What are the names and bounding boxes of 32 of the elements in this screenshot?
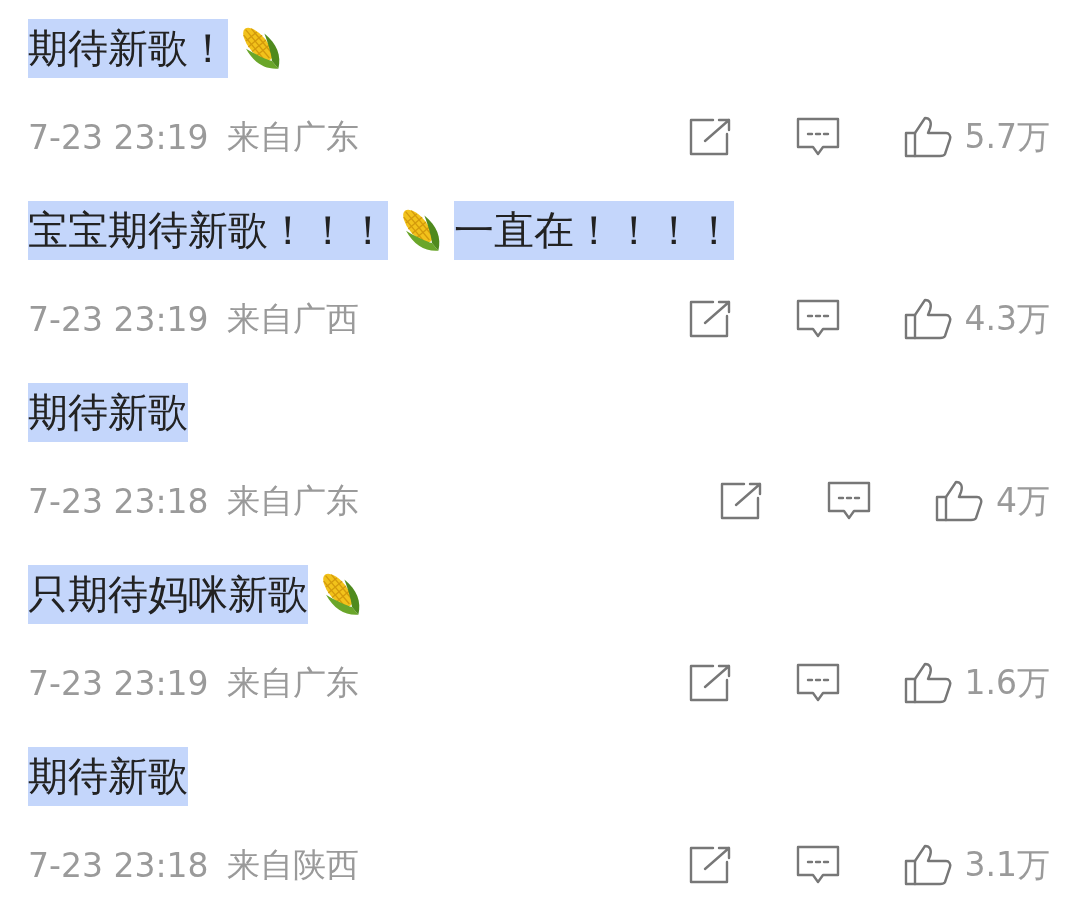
comment-icon[interactable] bbox=[794, 844, 841, 886]
comment-text: 期待新歌 bbox=[28, 746, 188, 806]
comment-icon[interactable] bbox=[794, 662, 841, 704]
like-icon[interactable] bbox=[902, 661, 953, 705]
like-icon[interactable] bbox=[902, 115, 953, 159]
like-icon[interactable] bbox=[902, 297, 953, 341]
like-icon[interactable] bbox=[934, 479, 984, 523]
like-count: 3.1万 bbox=[964, 843, 1050, 886]
comment-location: 来自陕西 bbox=[226, 843, 359, 886]
comment-text: 宝宝期待新歌！！！ bbox=[28, 200, 388, 260]
comment-date: 7-23 23:18 bbox=[28, 845, 209, 885]
comment-location: 来自广东 bbox=[226, 115, 359, 158]
share-icon[interactable] bbox=[718, 481, 764, 521]
comment-icon[interactable] bbox=[826, 480, 872, 522]
like-count: 4.3万 bbox=[964, 297, 1050, 340]
like-count: 5.7万 bbox=[964, 115, 1050, 158]
comment-date: 7-23 23:19 bbox=[28, 117, 209, 157]
comment-date: 7-23 23:19 bbox=[28, 663, 209, 703]
like-count: 4万 bbox=[996, 479, 1050, 522]
comment-location: 来自广东 bbox=[226, 479, 359, 522]
like-count: 1.6万 bbox=[964, 661, 1050, 704]
comment-text: 一直在！！！！ bbox=[454, 200, 734, 260]
like-icon[interactable] bbox=[902, 843, 953, 887]
comment-date: 7-23 23:19 bbox=[28, 299, 209, 339]
comment-text: 期待新歌 bbox=[28, 382, 188, 442]
comment-icon[interactable] bbox=[794, 116, 841, 158]
comment-text: 期待新歌！ bbox=[28, 18, 228, 78]
comment-location: 来自广西 bbox=[226, 297, 359, 340]
comment-icon[interactable] bbox=[794, 298, 841, 340]
comment-text: 只期待妈咪新歌 bbox=[28, 564, 308, 624]
comment-date: 7-23 23:18 bbox=[28, 481, 209, 521]
comment-location: 来自广东 bbox=[226, 661, 359, 704]
